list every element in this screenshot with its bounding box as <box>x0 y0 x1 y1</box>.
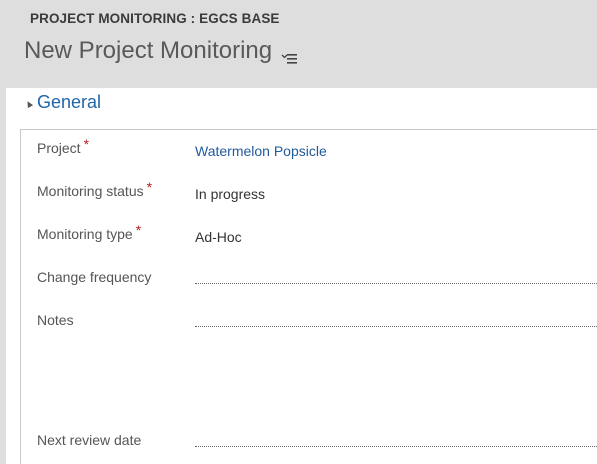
monitoring-status-label-text: Monitoring status <box>37 183 144 199</box>
next-review-date-label: Next review date <box>37 432 142 448</box>
record-title-container: New Project Monitoring <box>24 37 298 65</box>
form-menu-icon-svg <box>281 54 298 64</box>
form-menu-icon[interactable] <box>281 44 298 64</box>
change-frequency-label: Change frequency <box>37 269 152 285</box>
required-indicator: * <box>135 222 142 238</box>
header-bar: PROJECT MONITORING : EGCS BASE New Proje… <box>0 0 597 88</box>
required-indicator: * <box>146 179 153 195</box>
required-indicator: * <box>83 136 90 152</box>
monitoring-status-select[interactable]: In progress <box>195 186 265 202</box>
notes-field[interactable] <box>195 312 597 327</box>
change-frequency-field[interactable] <box>195 269 597 284</box>
monitoring-type-label-text: Monitoring type <box>37 226 133 242</box>
entity-title: PROJECT MONITORING : EGCS BASE <box>30 11 280 26</box>
notes-label: Notes <box>37 312 74 328</box>
left-gutter <box>0 88 6 464</box>
project-lookup-value[interactable]: Watermelon Popsicle <box>195 143 327 159</box>
monitoring-status-label: Monitoring status * <box>37 179 152 199</box>
project-label: Project * <box>37 136 89 156</box>
next-review-date-field[interactable] <box>195 432 597 447</box>
section-title: General <box>37 92 102 112</box>
monitoring-type-label: Monitoring type * <box>37 222 141 242</box>
section-header-general[interactable]: General <box>24 92 102 113</box>
project-label-text: Project <box>37 140 81 156</box>
form-panel: Project * Watermelon Popsicle Monitoring … <box>20 129 597 464</box>
collapse-arrow-icon[interactable] <box>24 99 34 108</box>
page-title: New Project Monitoring <box>24 37 273 64</box>
monitoring-type-select[interactable]: Ad-Hoc <box>195 229 242 245</box>
